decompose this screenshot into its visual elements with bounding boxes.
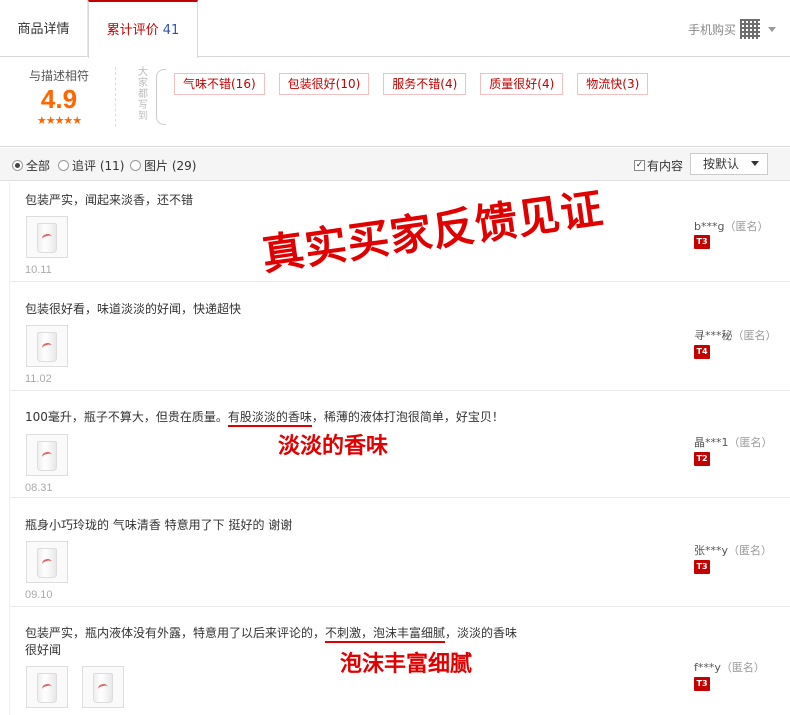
left-border [0,182,10,715]
review-item: 100毫升，瓶子不算大，但贵在质量。有股淡淡的香味，稀薄的液体打泡很简单，好宝贝… [10,392,790,498]
review-date: 09.10 [25,589,53,601]
review-photo[interactable] [26,666,68,708]
radio-icon [130,160,141,171]
divider [115,67,116,127]
member-level-badge: T4 [694,345,710,359]
review-text: 瓶身小巧玲珑的 气味清香 特意用了下 挺好的 谢谢 [25,518,293,532]
reviewer-name: 晶***1（匿名） [694,436,773,449]
radio-selected-icon [12,160,23,171]
filter-photo-label: 图片 (29) [144,159,197,173]
review-item: 瓶身小巧玲珑的 气味清香 特意用了下 挺好的 谢谢 09.10 张***y（匿名… [10,499,790,607]
tab-product-detail[interactable]: 商品详情 [0,0,88,57]
member-level-badge: T3 [694,677,710,691]
review-count: 41 [162,23,180,38]
tab-reviews-label: 累计评价 [106,23,159,38]
review-date: 10.11 [25,264,52,276]
reviewer-name: 张***y（匿名） [694,544,773,557]
has-content-checkbox[interactable]: ✓ 有内容 [634,157,683,174]
chevron-down-icon [751,161,759,166]
review-text: 100毫升，瓶子不算大，但贵在质量。有股淡淡的香味，稀薄的液体打泡很简单，好宝贝… [25,408,504,427]
highlighted-text: 有股淡淡的香味 [227,410,312,427]
score-box: 与描述相符 4.9 ★★★★★ [14,67,104,127]
reviewer-name: b***g（匿名） [694,220,769,233]
tab-reviews[interactable]: 累计评价 41 [88,0,198,58]
impression-tags: 气味不错(16) 包装很好(10) 服务不错(4) 质量很好(4) 物流快(3) [174,73,649,95]
tag-packaging[interactable]: 包装很好(10) [278,73,370,95]
sort-dropdown[interactable]: 按默认 [690,153,768,175]
review-photo[interactable] [26,434,68,476]
member-level-badge: T3 [694,560,710,574]
mobile-buy-button[interactable]: 手机购买 [688,18,776,40]
reviewer-name: f***y（匿名） [694,661,765,674]
tag-shipping[interactable]: 物流快(3) [577,73,649,95]
member-level-badge: T2 [694,452,710,466]
review-text: 包装严实，瓶内液体没有外露，特意用了以后来评论的，不刺激，泡沫丰富细腻，淡淡的香… [25,624,517,643]
review-date: 11.02 [25,373,52,385]
mobile-buy-label: 手机购买 [687,22,736,37]
radio-icon [58,160,69,171]
review-photo[interactable] [26,325,68,367]
review-text: 包装严实，闻起来淡香，还不错 [25,193,194,207]
review-text: 包装很好看，味道淡淡的好闻，快递超快 [25,302,242,316]
has-content-label: 有内容 [647,159,684,173]
tab-bar: 商品详情 累计评价 41 手机购买 [0,0,790,58]
highlighted-text: 不刺激，泡沫丰富细腻 [325,626,446,643]
filter-all-radio[interactable]: 全部 [12,157,50,174]
filter-append-label: 追评 (11) [72,159,125,173]
review-photo[interactable] [82,666,124,708]
score-label: 与描述相符 [28,69,89,83]
qr-code-icon [740,19,760,39]
tag-smell[interactable]: 气味不错(16) [174,73,265,95]
sort-label: 按默认 [703,157,740,171]
reviewer-name: 寻***秘（匿名） [694,329,777,342]
annotation-note: 泡沫丰富细腻 [340,652,473,677]
review-text-continued: 很好闻 [25,643,62,657]
score-value: 4.9 [40,84,78,114]
filter-append-radio[interactable]: 追评 (11) [58,157,124,174]
annotation-note: 淡淡的香味 [278,434,389,459]
tags-heading: 大家都写到 [138,67,148,122]
tag-service[interactable]: 服务不错(4) [383,73,467,95]
member-level-badge: T3 [694,235,710,249]
star-rating: ★★★★★ [36,114,82,127]
review-photo[interactable] [26,541,68,583]
review-item: 包装很好看，味道淡淡的好闻，快递超快 11.02 寻***秘（匿名） T4 [10,283,790,391]
review-date: 08.31 [25,482,53,494]
review-photo[interactable] [26,216,68,258]
checkbox-checked-icon: ✓ [634,160,645,171]
filter-all-label: 全部 [26,159,51,173]
chevron-down-icon [768,26,776,32]
filter-photo-radio[interactable]: 图片 (29) [130,157,196,174]
tag-quality[interactable]: 质量很好(4) [480,73,564,95]
bracket-decoration [156,69,166,125]
filter-bar: 全部 追评 (11) 图片 (29) ✓ 有内容 按默认 [0,148,790,181]
rating-summary: 与描述相符 4.9 ★★★★★ 大家都写到 气味不错(16) 包装很好(10) … [0,57,790,147]
